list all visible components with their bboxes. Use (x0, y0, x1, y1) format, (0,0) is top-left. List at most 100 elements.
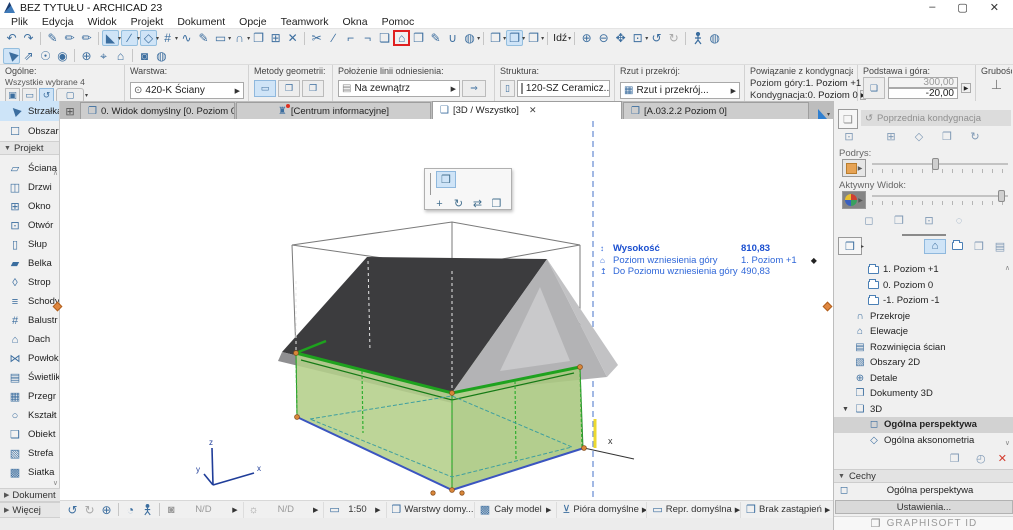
inject-parameters-icon[interactable]: ✏ (61, 30, 78, 46)
tool-wall[interactable]: ▱ Ściana (0, 159, 59, 178)
view-sphere-icon[interactable]: ⊕ (78, 48, 95, 64)
annotate-icon[interactable]: ✎ (427, 30, 444, 46)
menu-projekt[interactable]: Projekt (124, 16, 171, 28)
vr-sphere-icon[interactable]: ◍ (153, 48, 170, 64)
element-snap-icon[interactable]: ▭ (212, 30, 229, 46)
palette-drag-handle[interactable] (430, 173, 431, 195)
settings-button[interactable]: Ustawienia... (835, 500, 1013, 514)
status-orbit-icon[interactable]: ◔ (122, 502, 139, 518)
split-view-icon[interactable]: ⊡ (920, 213, 938, 228)
trace-reference-bar[interactable]: ↺ Poprzednia kondygnacja (861, 110, 1011, 126)
tool-opening[interactable]: ⊡ Otwór (0, 216, 59, 235)
tree-item-interior-elevations[interactable]: ▤ Rozwinięcia ścian (834, 340, 1013, 356)
snap-points-icon[interactable]: ◇ (140, 30, 158, 46)
select-cursor-icon[interactable]: ▶ (3, 47, 20, 64)
roof-wizard-icon-highlighted[interactable]: ⌂ (393, 30, 411, 46)
trace-switch-icon[interactable]: ❐ (938, 129, 956, 144)
menu-widok[interactable]: Widok (80, 16, 123, 28)
tree-item-details[interactable]: ⊕ Detale (834, 371, 1013, 387)
base-top-expand[interactable]: ▶ (961, 83, 971, 93)
clone-folder-icon[interactable]: ◴ (972, 451, 990, 466)
tree-item-worksheets[interactable]: ▧ Obszary 2D (834, 355, 1013, 371)
minimize-button[interactable]: – (929, 1, 935, 14)
tree-item-elevations[interactable]: ⌂ Elewacje (834, 324, 1013, 340)
rotate-view-back-icon[interactable]: ↻ (665, 30, 682, 46)
menu-opcje[interactable]: Opcje (232, 16, 273, 28)
flip-refline-icon[interactable]: ⇒ (462, 80, 486, 97)
orbit-globe-icon[interactable]: ◍ (706, 30, 723, 46)
expand-caret[interactable]: ▼ (842, 406, 850, 413)
active-view-swatch[interactable]: ▶ (842, 191, 866, 209)
trace-move-icon[interactable]: ⊞ (882, 129, 900, 144)
graphisoft-id-bar[interactable]: ❐ GRAPHISOFT ID (834, 516, 1013, 530)
tree-item-sections[interactable]: ∩ Przekroje (834, 309, 1013, 325)
tab-info-center[interactable]: ♜ [Centrum informacyjne] (236, 102, 431, 119)
zoom-in-icon[interactable]: ⊕ (578, 30, 595, 46)
rebuild-icon[interactable]: ◌ (950, 213, 968, 228)
tab-3d-active[interactable]: ❑ [3D / Wszystko] ✕ (432, 101, 622, 119)
tree-item-story-1[interactable]: 1. Poziom +1 (834, 262, 1013, 278)
top-level-row[interactable]: Poziom góry: 1. Poziom +1 (... ▶ (750, 77, 884, 89)
speaker-person-icon[interactable]: ☉ (37, 48, 54, 64)
undo-icon[interactable]: ↶ (3, 30, 20, 46)
tab-layout[interactable]: ❒ [A.03.2.2 Poziom 0] (623, 102, 809, 119)
view-map-icon[interactable] (946, 239, 968, 254)
table-icon[interactable]: ⊞ (267, 30, 284, 46)
trace-rotate-icon[interactable]: ◇ (910, 129, 928, 144)
new-view-icon[interactable]: ❐ (946, 451, 964, 466)
cloud-share-icon[interactable]: ∪ (444, 30, 461, 46)
tool-column[interactable]: ▯ Słup (0, 235, 59, 254)
panel-resize-handle[interactable] (902, 234, 946, 236)
menu-okna[interactable]: Okna (335, 16, 374, 28)
maximize-button[interactable]: ▢ (957, 1, 967, 14)
structure-type-icon[interactable]: ▯ (500, 80, 515, 97)
walk-person-icon[interactable]: ⇗ (20, 48, 37, 64)
plan-field[interactable]: ▦ Rzut i przekrój... ▶ (620, 82, 740, 99)
geometry-straight-icon[interactable]: ▭ (254, 80, 276, 97)
project-map-icon[interactable]: ⌂ (924, 238, 946, 254)
top-offset-field[interactable]: 300,00 (888, 77, 958, 88)
tool-slab[interactable]: ◊ Strop (0, 273, 59, 292)
tool-railing[interactable]: # Balustr (0, 311, 59, 330)
pens-field[interactable]: ⊻ Pióra domyślne ▶ (557, 501, 648, 518)
rotate-icon[interactable]: ↻ (449, 195, 468, 212)
story-row[interactable]: Kondygnacja: 0. Poziom 0 ▶ (750, 89, 867, 101)
base-offset-field[interactable]: -20,00 (888, 88, 958, 99)
pet-palette[interactable]: ❒ + ↻ ⇄ ❐ (424, 168, 512, 210)
marquee-edit-icon[interactable]: ❐ (410, 30, 427, 46)
sun-field[interactable]: ☼ N/D ▶ (244, 501, 325, 518)
zoom-out-icon[interactable]: ⊖ (595, 30, 612, 46)
project-chooser-icon[interactable]: ❒ (838, 237, 862, 255)
inject-parameters-alt-icon[interactable]: ✏ (78, 30, 95, 46)
3d-viewport[interactable]: x z y x ❒ + ↻ ⇄ ❐ ↕ Wysokość 810,83 ⌂ Po… (60, 119, 833, 500)
toolbox-scroll-down[interactable]: ∨ (53, 479, 58, 487)
tool-arrow[interactable]: ▶ Strzałka (0, 101, 59, 121)
status-rotate-right-icon[interactable]: ↻ (81, 502, 98, 518)
scale-field[interactable]: ▭ 1:50 ▶ (324, 501, 387, 518)
go-menu[interactable]: Idź (553, 32, 567, 44)
tree-item-story-0[interactable]: 0. Poziom 0 (834, 278, 1013, 294)
magic-wand-icon[interactable]: ∿ (178, 30, 195, 46)
tool-mesh[interactable]: ▩ Siatka (0, 463, 59, 482)
tree-scroll-down[interactable]: ∨ (1005, 439, 1010, 447)
trace-opacity-slider[interactable] (872, 158, 1008, 170)
trace-pick-icon[interactable]: ⊡ (840, 129, 858, 144)
active-view-slider-thumb[interactable] (998, 190, 1006, 202)
swap-icon[interactable]: ❐ (890, 213, 908, 228)
lock-icon[interactable]: ∩ (231, 30, 248, 46)
delete-icon[interactable]: ✕ (998, 452, 1007, 465)
walk-mode-icon[interactable] (689, 30, 706, 46)
mirror-icon[interactable]: ⇄ (468, 195, 487, 212)
layers-field[interactable]: ❐ Warstwy domy...▶ (387, 501, 475, 518)
menu-plik[interactable]: Plik (4, 16, 35, 28)
review-icon[interactable]: ◍ (461, 30, 478, 46)
tool-marquee[interactable]: ☐ Obszar z (0, 121, 59, 141)
compare-icon[interactable]: ◻ (860, 213, 878, 228)
fit-in-window-icon[interactable]: ⊡ (629, 30, 646, 46)
home-view-icon[interactable]: ⌂ (112, 48, 129, 64)
adjust-icon[interactable]: ⌐ (342, 30, 359, 46)
menu-dokument[interactable]: Dokument (170, 16, 232, 28)
tree-scroll-up[interactable]: ∧ (1005, 264, 1010, 272)
refline-field[interactable]: ▤ Na zewnątrz ▶ (338, 80, 460, 97)
redo-icon[interactable]: ↷ (20, 30, 37, 46)
